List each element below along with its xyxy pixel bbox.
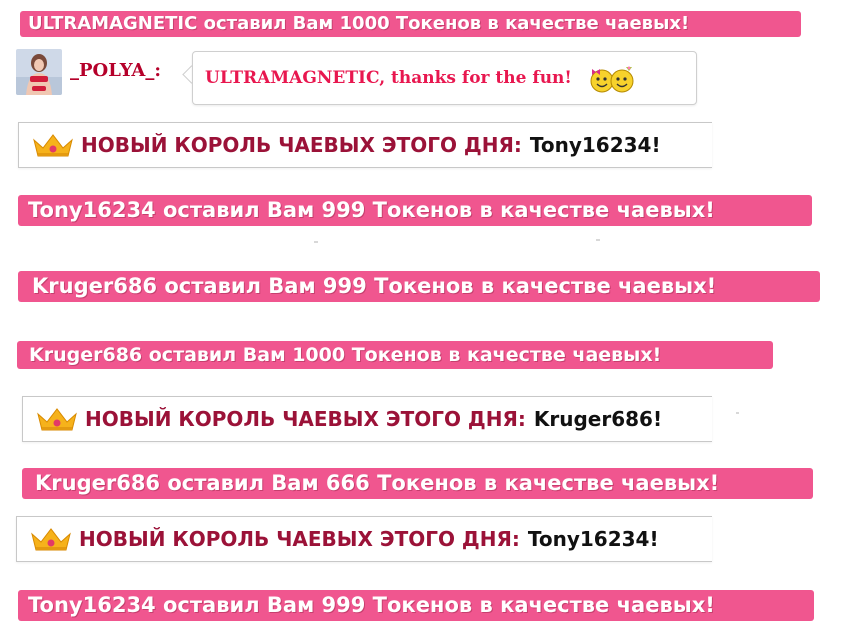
speck — [314, 241, 318, 243]
tip-banner-text: Tony16234 оставил Вам 999 Токенов в каче… — [28, 198, 715, 222]
crown-icon — [33, 134, 73, 157]
tip-banner: Tony16234 оставил Вам 999 Токенов в каче… — [18, 195, 812, 226]
two-smileys-icon — [590, 66, 634, 93]
king-notice: НОВЫЙ КОРОЛЬ ЧАЕВЫХ ЭТОГО ДНЯ: Kruger686… — [22, 396, 712, 442]
chat-bubble: ULTRAMAGNETIC, thanks for the fun! — [192, 51, 697, 105]
tip-banner-text: ULTRAMAGNETIC оставил Вам 1000 Токенов в… — [28, 13, 690, 34]
king-notice: НОВЫЙ КОРОЛЬ ЧАЕВЫХ ЭТОГО ДНЯ: Tony16234… — [16, 516, 712, 562]
tip-banner-text: Kruger686 оставил Вам 1000 Токенов в кач… — [29, 343, 662, 366]
speck — [596, 239, 600, 241]
tip-banner: ULTRAMAGNETIC оставил Вам 1000 Токенов в… — [20, 11, 801, 37]
chat-message-text: ULTRAMAGNETIC, thanks for the fun! — [205, 68, 572, 88]
chat-username[interactable]: _POLYA_: — [70, 60, 161, 81]
king-notice-name[interactable]: Tony16234! — [528, 527, 659, 551]
crown-icon — [37, 408, 77, 431]
king-notice-name[interactable]: Kruger686! — [534, 407, 662, 431]
speck — [736, 412, 739, 414]
king-notice-label: НОВЫЙ КОРОЛЬ ЧАЕВЫХ ЭТОГО ДНЯ: — [81, 133, 522, 157]
chat-message: _POLYA_: ULTRAMAGNETIC, thanks for the f… — [16, 47, 706, 107]
king-notice-label: НОВЫЙ КОРОЛЬ ЧАЕВЫХ ЭТОГО ДНЯ: — [85, 407, 526, 431]
avatar[interactable] — [16, 49, 62, 95]
king-notice: НОВЫЙ КОРОЛЬ ЧАЕВЫХ ЭТОГО ДНЯ: Tony16234… — [18, 122, 712, 168]
tip-banner: Tony16234 оставил Вам 999 Токенов в каче… — [18, 590, 814, 621]
tip-banner-text: Tony16234 оставил Вам 999 Токенов в каче… — [28, 593, 715, 617]
tip-banner: Kruger686 оставил Вам 666 Токенов в каче… — [22, 468, 813, 499]
tip-banner-text: Kruger686 оставил Вам 999 Токенов в каче… — [32, 274, 717, 298]
crown-icon — [31, 528, 71, 551]
king-notice-name[interactable]: Tony16234! — [530, 133, 661, 157]
tip-banner: Kruger686 оставил Вам 1000 Токенов в кач… — [17, 341, 773, 369]
king-notice-label: НОВЫЙ КОРОЛЬ ЧАЕВЫХ ЭТОГО ДНЯ: — [79, 527, 520, 551]
tip-banner-text: Kruger686 оставил Вам 666 Токенов в каче… — [35, 471, 720, 495]
tip-banner: Kruger686 оставил Вам 999 Токенов в каче… — [18, 271, 820, 302]
